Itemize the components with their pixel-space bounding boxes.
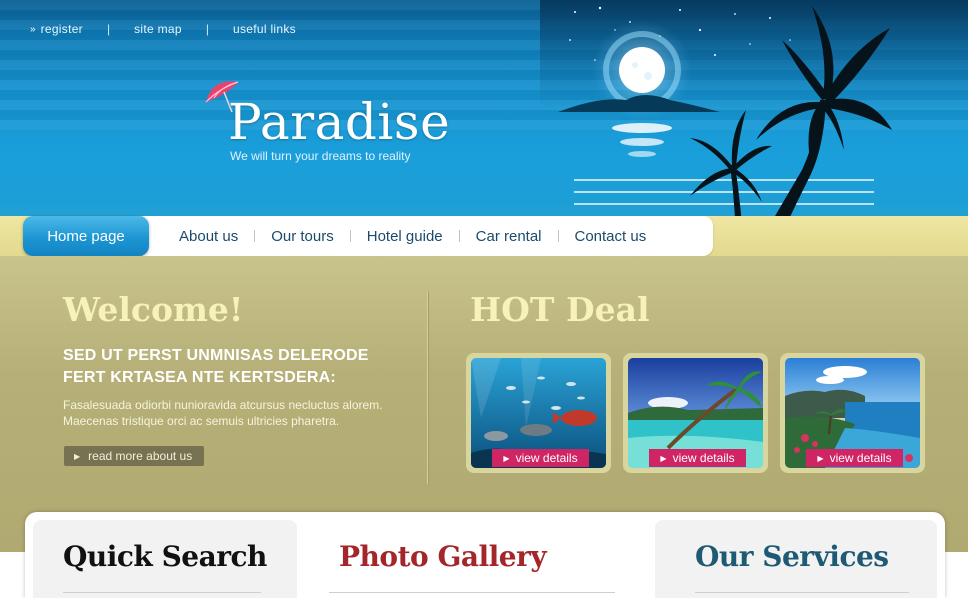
link-separator: | xyxy=(205,22,209,36)
play-arrow-icon: ▶ xyxy=(817,453,824,463)
our-services-title: Our Services xyxy=(695,540,889,573)
welcome-heading: SED UT PERST UNMNISAS DELERODE FERT KRTA… xyxy=(63,347,369,386)
link-separator: | xyxy=(106,22,111,36)
nav-item-car-rental[interactable]: Car rental xyxy=(460,228,558,245)
view-details-button[interactable]: ▶ view details xyxy=(806,449,903,467)
nav-item-contact-us[interactable]: Contact us xyxy=(559,228,663,245)
logo-title: Paradise xyxy=(228,93,451,151)
content-area: Welcome! SED UT PERST UNMNISAS DELERODE … xyxy=(0,256,968,552)
play-arrow-icon: ▶ xyxy=(74,451,81,461)
view-details-label: view details xyxy=(672,451,735,465)
hot-deal-card[interactable]: ▶ view details xyxy=(466,353,611,473)
nav-item-home[interactable]: Home page xyxy=(23,216,149,256)
view-details-label: view details xyxy=(515,451,578,465)
nav-items: About us Our tours Hotel guide Car renta… xyxy=(163,216,662,256)
site-header: » register | site map | useful links Par… xyxy=(0,0,968,256)
view-details-label: view details xyxy=(829,451,892,465)
nav-item-our-tours[interactable]: Our tours xyxy=(255,228,350,245)
read-more-button[interactable]: ▶ read more about us xyxy=(64,446,204,466)
welcome-section: Welcome! SED UT PERST UNMNISAS DELERODE … xyxy=(63,290,403,429)
welcome-title: Welcome! xyxy=(63,290,244,329)
top-links: » register | site map | useful links xyxy=(30,22,296,36)
nav-item-about-us[interactable]: About us xyxy=(163,228,254,245)
our-services-panel: Our Services xyxy=(655,520,937,598)
useful-links-link[interactable]: useful links xyxy=(233,22,296,36)
site-map-link[interactable]: site map xyxy=(134,22,182,36)
view-details-button[interactable]: ▶ view details xyxy=(492,449,589,467)
quick-search-panel: Quick Search xyxy=(33,520,297,598)
read-more-label: read more about us xyxy=(88,449,193,463)
hot-deal-title: HOT Deal xyxy=(470,290,650,329)
photo-gallery-panel: Photo Gallery xyxy=(321,520,641,598)
hot-deal-list: ▶ view details ▶ view details ▶ view det… xyxy=(466,353,925,473)
play-arrow-icon: ▶ xyxy=(503,453,510,463)
welcome-text: Fasalesuada odiorbi nunioravida atcursus… xyxy=(63,398,383,428)
site-logo[interactable]: Paradise We will turn your dreams to rea… xyxy=(228,92,450,163)
view-details-button[interactable]: ▶ view details xyxy=(649,449,746,467)
panel-underline xyxy=(329,592,615,593)
hot-deal-card[interactable]: ▶ view details xyxy=(623,353,768,473)
vertical-divider xyxy=(427,292,428,484)
double-chevron-icon: » xyxy=(30,23,36,35)
register-link[interactable]: register xyxy=(41,22,83,36)
hot-deal-card[interactable]: ▶ view details xyxy=(780,353,925,473)
nav-item-hotel-guide[interactable]: Hotel guide xyxy=(351,228,459,245)
quick-search-title: Quick Search xyxy=(63,540,267,573)
play-arrow-icon: ▶ xyxy=(660,453,667,463)
panel-underline xyxy=(695,592,909,593)
photo-gallery-title: Photo Gallery xyxy=(339,540,547,573)
panel-underline xyxy=(63,592,261,593)
main-navigation: Home page About us Our tours Hotel guide… xyxy=(23,216,713,256)
bottom-panels: Quick Search Photo Gallery Our Services xyxy=(25,512,945,598)
